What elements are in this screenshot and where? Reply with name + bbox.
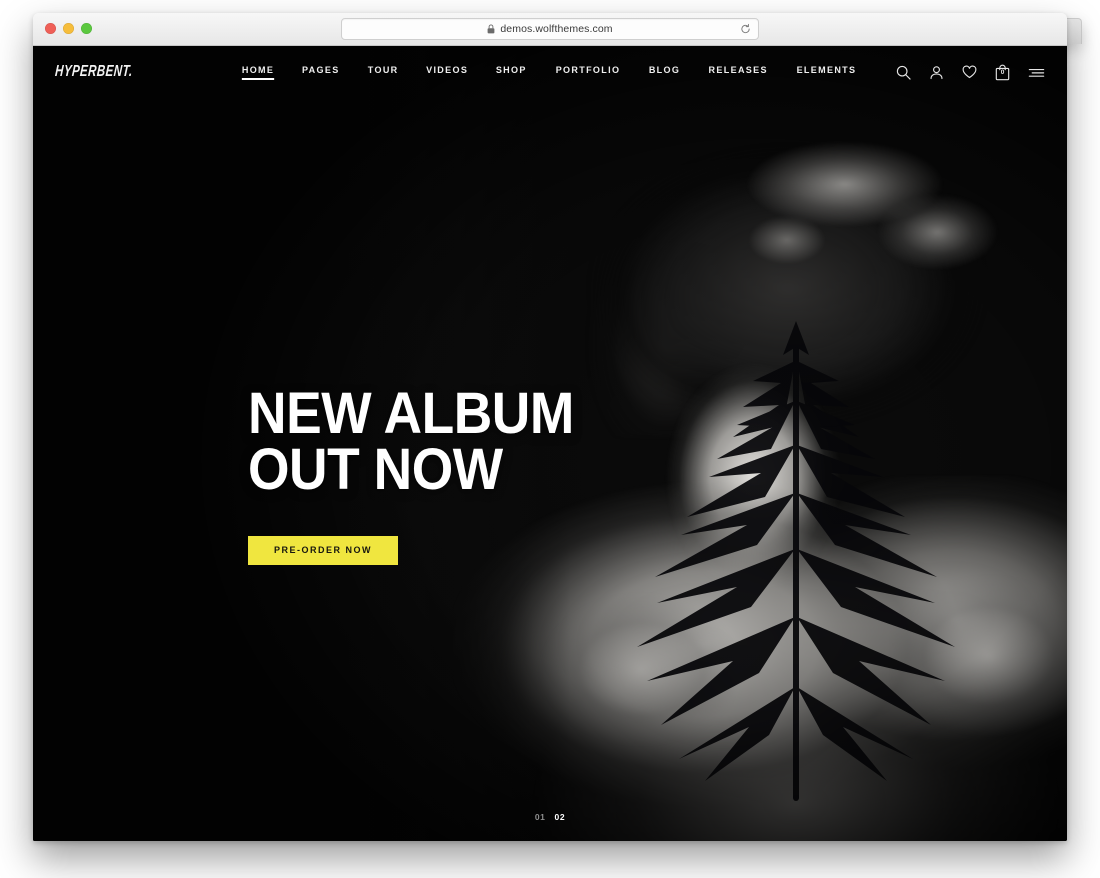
search-icon[interactable]	[896, 65, 911, 80]
browser-toolbar: demos.wolfthemes.com	[33, 13, 1067, 46]
window-controls	[45, 23, 92, 34]
hero-title: NEW ALBUM OUT NOW	[248, 381, 574, 503]
website-viewport: HYPERBENT. HOME PAGES TOUR VIDEOS SHOP P…	[33, 46, 1067, 841]
site-logo[interactable]: HYPERBENT.	[54, 63, 133, 81]
browser-window: demos.wolfthemes.com HYPERBENT. HOME PAG…	[33, 13, 1067, 841]
nav-item-blog[interactable]: BLOG	[649, 65, 680, 80]
nav-item-portfolio[interactable]: PORTFOLIO	[555, 65, 620, 80]
header-icon-group: 0	[896, 64, 1045, 81]
slide-indicator-02[interactable]: 02	[555, 812, 566, 822]
hero-title-line-1: NEW ALBUM	[248, 381, 574, 446]
nav-item-releases[interactable]: RELEASES	[708, 65, 767, 80]
nav-item-home[interactable]: HOME	[241, 65, 275, 80]
heart-icon[interactable]	[962, 65, 977, 79]
hamburger-menu-icon[interactable]	[1028, 66, 1045, 79]
slide-indicator-01[interactable]: 01	[535, 812, 546, 822]
reload-icon[interactable]	[740, 23, 751, 35]
nav-item-videos[interactable]: VIDEOS	[426, 65, 468, 80]
nav-item-elements[interactable]: ELEMENTS	[797, 65, 857, 80]
address-bar[interactable]: demos.wolfthemes.com	[341, 18, 759, 40]
nav-item-pages[interactable]: PAGES	[302, 65, 340, 80]
maximize-window-button[interactable]	[81, 23, 92, 34]
shopping-bag-icon[interactable]: 0	[995, 64, 1010, 81]
lock-icon	[487, 24, 495, 34]
cart-count-badge: 0	[1000, 68, 1005, 76]
nav-item-shop[interactable]: SHOP	[496, 65, 527, 80]
slider-pagination: 01 02	[535, 812, 565, 822]
hero-title-line-2: OUT NOW	[248, 437, 503, 503]
url-text: demos.wolfthemes.com	[500, 23, 613, 35]
main-navigation: HOME PAGES TOUR VIDEOS SHOP PORTFOLIO BL…	[241, 65, 858, 80]
close-window-button[interactable]	[45, 23, 56, 34]
minimize-window-button[interactable]	[63, 23, 74, 34]
user-icon[interactable]	[929, 65, 944, 80]
pre-order-now-button[interactable]: PRE-ORDER NOW	[248, 535, 398, 565]
hero-content: NEW ALBUM OUT NOW PRE-ORDER NOW	[248, 381, 602, 565]
nav-item-tour[interactable]: TOUR	[367, 65, 398, 80]
site-header: HYPERBENT. HOME PAGES TOUR VIDEOS SHOP P…	[33, 46, 1067, 98]
